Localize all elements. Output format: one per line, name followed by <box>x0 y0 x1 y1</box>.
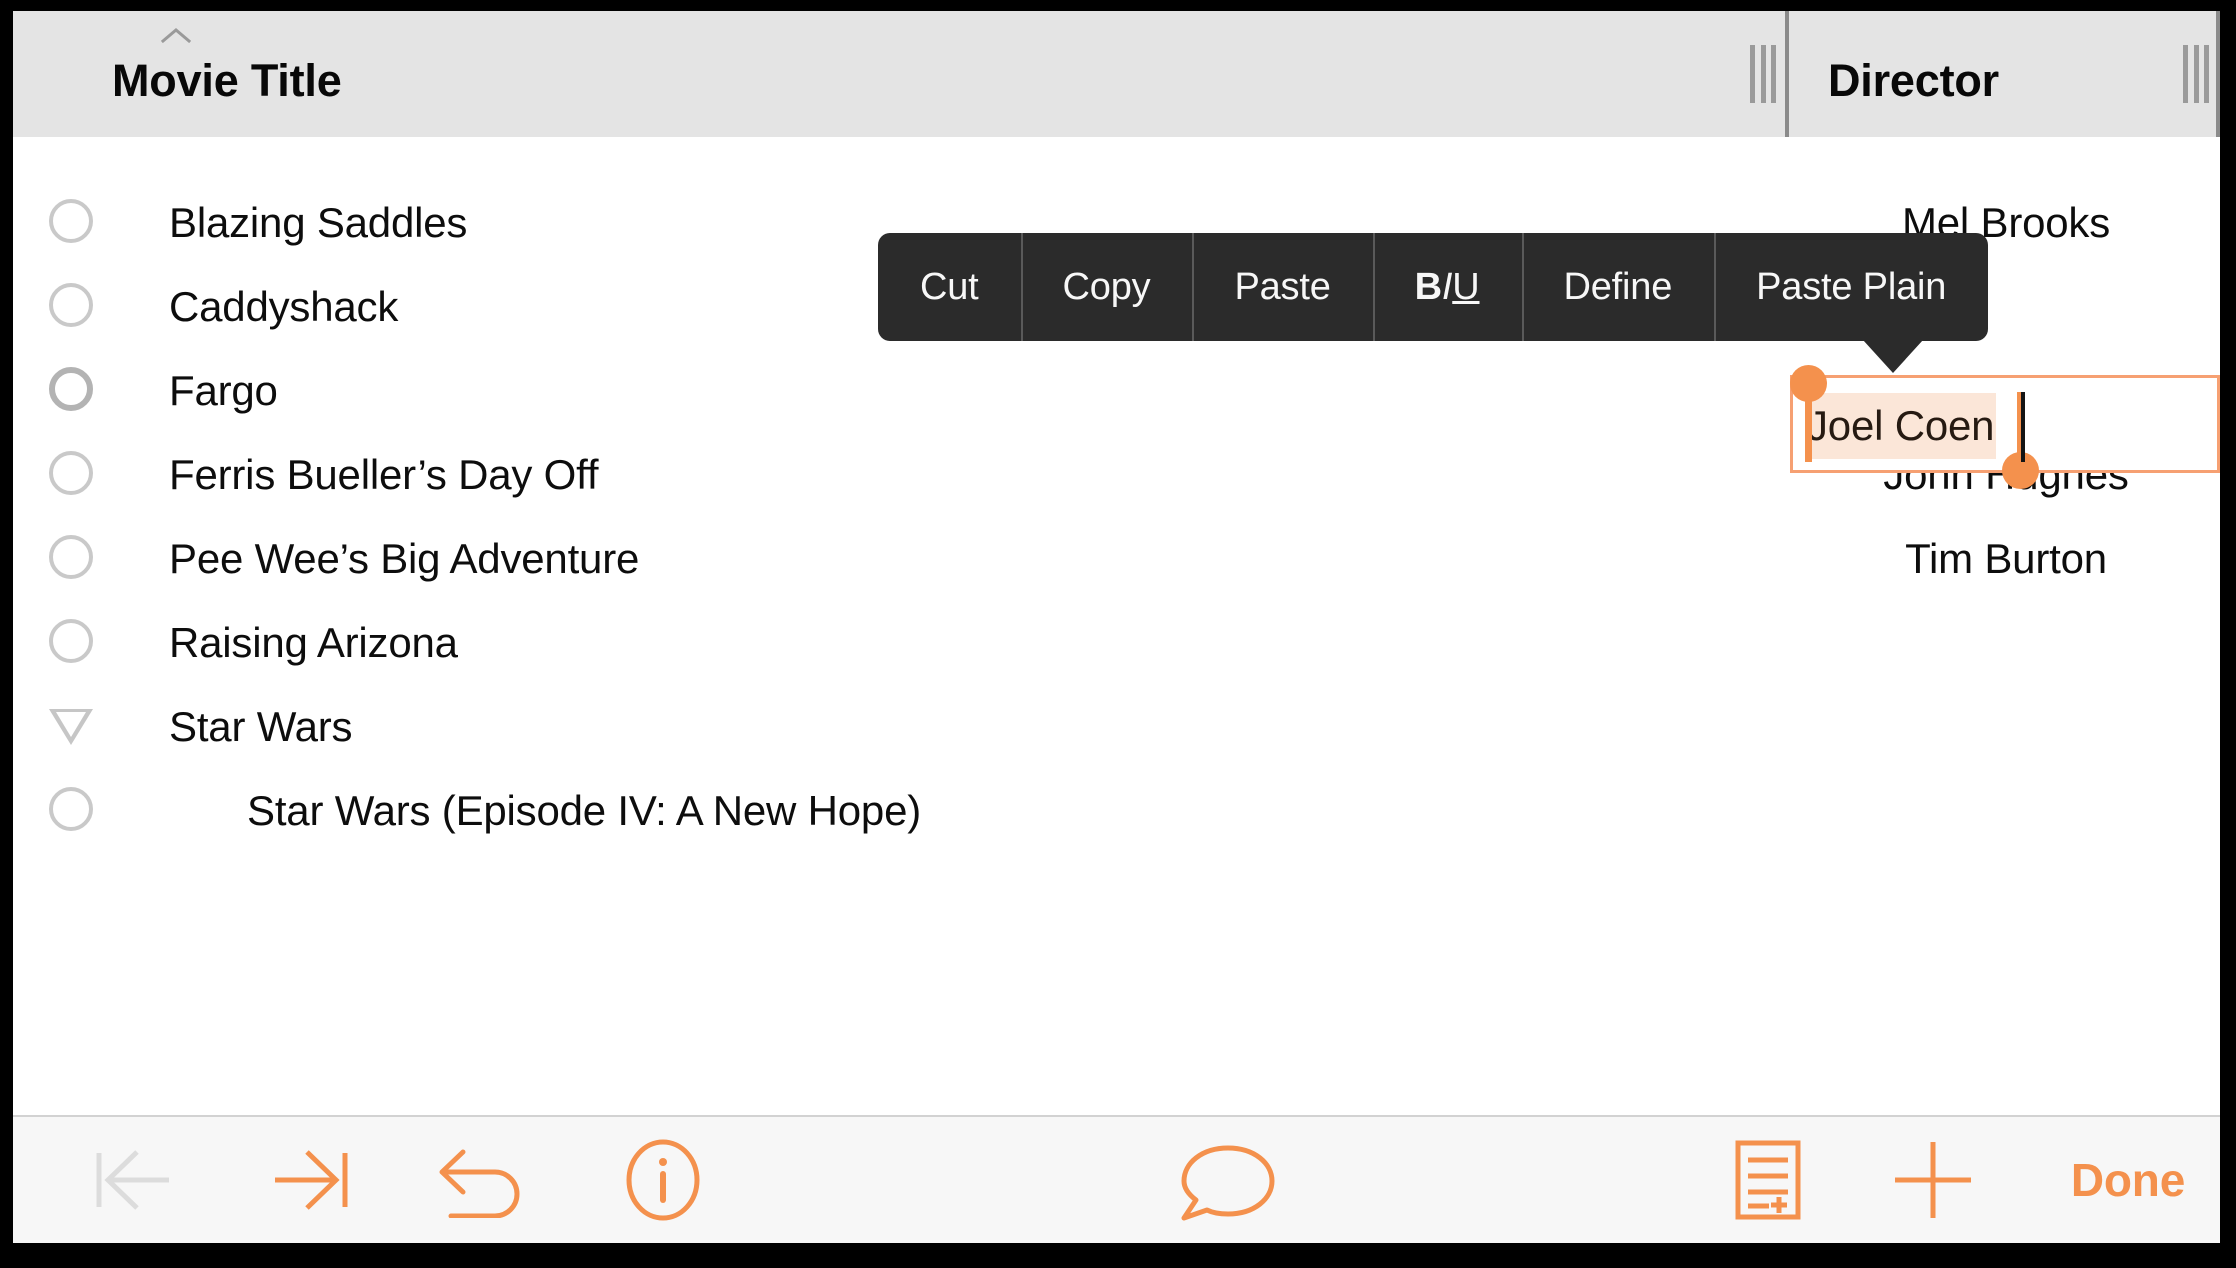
cell-movie-title[interactable]: Star Wars (Episode IV: A New Hope) <box>247 769 921 853</box>
table-header: Movie Title Director <box>13 11 2220 137</box>
plus-icon <box>1890 1137 1976 1223</box>
new-record-button[interactable] <box>1703 1117 1833 1243</box>
menu-item-cut[interactable]: Cut <box>878 233 1021 341</box>
next-record-button[interactable] <box>243 1117 373 1243</box>
arrow-left-to-bar-icon <box>93 1145 179 1215</box>
row-marker-circle-icon[interactable] <box>49 619 93 663</box>
cell-editor-selected-text[interactable]: Joel Coen <box>1805 393 1997 459</box>
row-marker-circle-icon[interactable] <box>49 787 93 831</box>
context-menu-arrow <box>1863 340 1923 373</box>
cell-movie-title[interactable]: Raising Arizona <box>169 601 458 685</box>
info-circle-icon <box>624 1138 702 1222</box>
row-marker-triangle-expanded-icon[interactable] <box>49 703 93 747</box>
cell-movie-title[interactable]: Blazing Saddles <box>169 181 467 265</box>
cell-director[interactable] <box>1792 769 2220 853</box>
column-header-director[interactable]: Director <box>1792 11 2220 137</box>
menu-item-paste[interactable]: Paste <box>1192 233 1372 341</box>
info-button[interactable] <box>593 1117 733 1243</box>
undo-button[interactable] <box>413 1117 553 1243</box>
bold-label: B <box>1414 265 1442 308</box>
cell-editor-director[interactable]: Joel Coen <box>1790 365 2220 489</box>
table-row[interactable]: Raising Arizona <box>13 601 2220 685</box>
document-add-icon <box>1735 1140 1801 1220</box>
cell-director[interactable] <box>1792 601 2220 685</box>
comment-button[interactable] <box>1153 1117 1303 1243</box>
row-marker-circle-icon[interactable] <box>49 283 93 327</box>
row-marker-circle-icon[interactable] <box>49 535 93 579</box>
selection-knob-start-icon[interactable] <box>1790 365 1827 402</box>
text-context-menu[interactable]: Cut Copy Paste BIU Define Paste Plain <box>878 233 1989 341</box>
column-divider-right[interactable] <box>2216 11 2220 137</box>
column-resize-handle-director[interactable] <box>2183 45 2209 103</box>
add-button[interactable] <box>1868 1117 1998 1243</box>
cell-director[interactable]: Tim Burton <box>1792 517 2220 601</box>
done-button[interactable]: Done <box>2033 1117 2220 1243</box>
column-divider[interactable] <box>1785 11 1789 137</box>
cell-movie-title[interactable]: Fargo <box>169 349 278 433</box>
cell-movie-title[interactable]: Ferris Bueller’s Day Off <box>169 433 599 517</box>
previous-record-button[interactable] <box>71 1117 201 1243</box>
selection-handle-start[interactable] <box>1790 365 1827 462</box>
cell-editor-text-wrap: Joel Coen <box>1805 392 1997 460</box>
row-marker-circle-selected-icon[interactable] <box>49 367 93 411</box>
column-header-label-movie-title: Movie Title <box>112 55 342 106</box>
cell-movie-title[interactable]: Star Wars <box>169 685 353 769</box>
menu-item-paste-plain[interactable]: Paste Plain <box>1714 233 1988 341</box>
row-marker-circle-icon[interactable] <box>49 199 93 243</box>
column-header-movie-title[interactable]: Movie Title <box>13 11 1789 137</box>
underline-label: U <box>1452 265 1480 308</box>
italic-label: I <box>1441 265 1453 308</box>
bottom-toolbar: Done <box>13 1115 2220 1243</box>
app-screen: Movie Title Director Blazing Saddles Mel… <box>13 11 2220 1243</box>
column-header-label-director: Director <box>1828 55 1999 106</box>
table-row[interactable]: Pee Wee’s Big Adventure Tim Burton <box>13 517 2220 601</box>
table-row-group[interactable]: Star Wars <box>13 685 2220 769</box>
cell-movie-title[interactable]: Caddyshack <box>169 265 398 349</box>
cell-movie-title[interactable]: Pee Wee’s Big Adventure <box>169 517 639 601</box>
row-marker-circle-icon[interactable] <box>49 451 93 495</box>
arrow-right-to-bar-icon <box>265 1145 351 1215</box>
column-resize-handle-movie-title[interactable] <box>1750 45 1776 103</box>
cell-director[interactable] <box>1792 685 2220 769</box>
speech-bubble-icon <box>1176 1138 1280 1222</box>
text-caret <box>2021 392 2025 462</box>
chevron-up-icon[interactable] <box>161 27 191 43</box>
menu-item-copy[interactable]: Copy <box>1020 233 1193 341</box>
menu-item-define[interactable]: Define <box>1521 233 1715 341</box>
table-row-child[interactable]: Star Wars (Episode IV: A New Hope) <box>13 769 2220 853</box>
undo-icon <box>433 1142 533 1218</box>
menu-item-format-biu[interactable]: BIU <box>1372 233 1522 341</box>
